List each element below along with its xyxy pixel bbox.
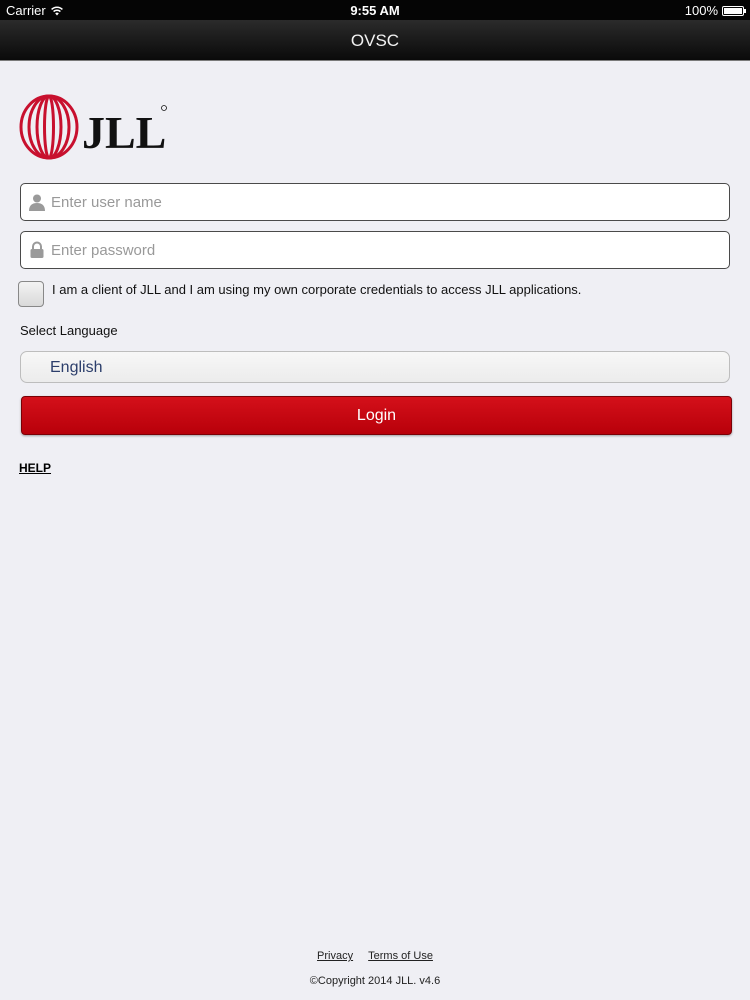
- user-icon: [29, 194, 45, 211]
- jll-logo: JLL: [19, 94, 167, 160]
- username-field[interactable]: [20, 183, 730, 221]
- terms-of-use-link[interactable]: Terms of Use: [368, 950, 433, 962]
- battery-percent: 100%: [684, 3, 718, 18]
- language-select[interactable]: English: [20, 351, 730, 383]
- footer-links: Privacy Terms of Use: [0, 950, 750, 962]
- help-link[interactable]: HELP: [19, 461, 51, 475]
- logo-wordmark: JLL: [82, 107, 166, 158]
- navigation-bar: OVSC: [0, 20, 750, 61]
- language-label: Select Language: [20, 323, 118, 338]
- login-button[interactable]: Login: [21, 396, 732, 435]
- battery-icon: [722, 5, 746, 16]
- battery-indicator: 100%: [684, 3, 746, 18]
- client-credentials-checkbox[interactable]: [18, 281, 44, 307]
- language-selected-value: English: [50, 359, 103, 376]
- password-field[interactable]: [20, 231, 730, 269]
- status-bar: Carrier 9:55 AM 100%: [0, 0, 750, 20]
- privacy-link[interactable]: Privacy: [317, 950, 353, 962]
- username-input[interactable]: [51, 184, 721, 220]
- page-title: OVSC: [350, 31, 400, 50]
- client-credentials-label: I am a client of JLL and I am using my o…: [52, 282, 582, 297]
- copyright-text: ©Copyright 2014 JLL. v4.6: [309, 975, 441, 987]
- lock-icon: [30, 241, 44, 258]
- clock: 9:55 AM: [350, 3, 400, 18]
- password-input[interactable]: [51, 232, 721, 268]
